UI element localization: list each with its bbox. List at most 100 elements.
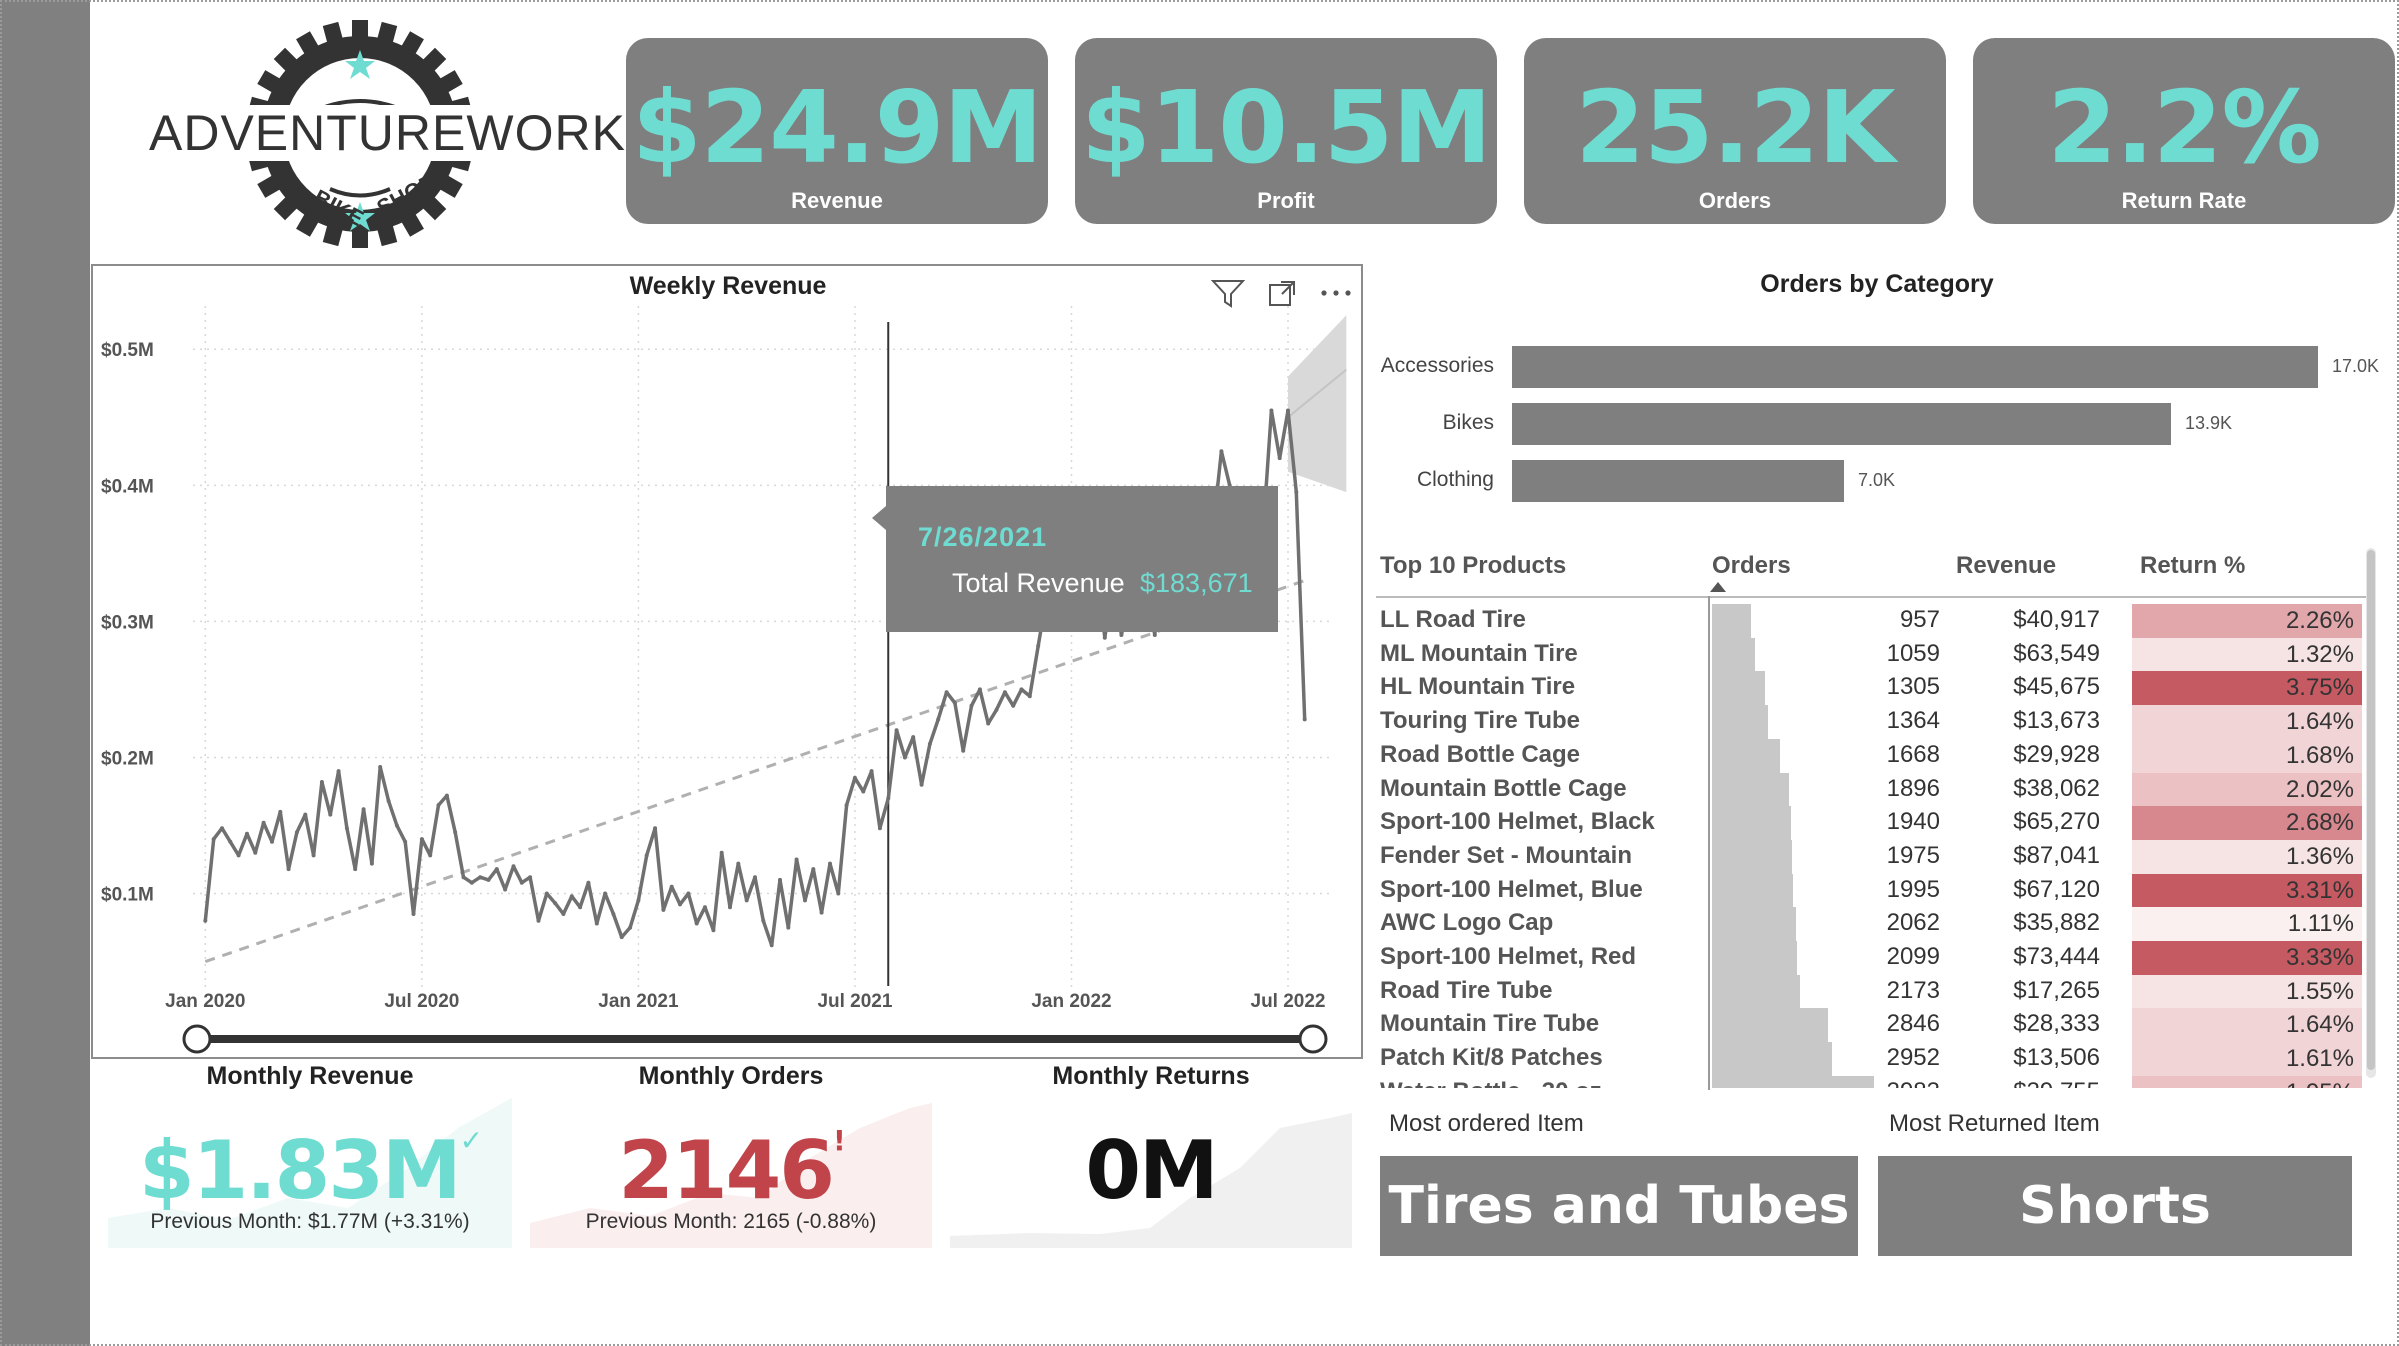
revenue-point[interactable] (278, 809, 283, 814)
revenue-point[interactable] (436, 803, 441, 808)
revenue-point[interactable] (711, 928, 716, 933)
most-returned-card[interactable]: Shorts (1878, 1156, 2352, 1256)
col-header-return[interactable]: Return % (2140, 552, 2245, 580)
monthly-orders-card[interactable]: Monthly Orders 2146! Previous Month: 216… (530, 1058, 932, 1248)
revenue-point[interactable] (503, 887, 508, 892)
revenue-point[interactable] (561, 912, 566, 916)
revenue-point[interactable] (344, 826, 349, 831)
revenue-point[interactable] (594, 921, 599, 926)
most-ordered-card[interactable]: Tires and Tubes (1380, 1156, 1858, 1256)
revenue-point[interactable] (728, 905, 732, 910)
revenue-point[interactable] (678, 902, 682, 907)
revenue-point[interactable] (536, 918, 541, 923)
category-row[interactable]: Bikes 13.9K (1372, 401, 2392, 447)
revenue-point[interactable] (328, 812, 333, 817)
revenue-point[interactable] (786, 925, 791, 930)
table-row[interactable]: Sport-100 Helmet, Red 2099 $73,444 3.33% (1376, 941, 2366, 975)
revenue-point[interactable] (803, 898, 807, 903)
category-bar[interactable] (1512, 346, 2318, 388)
revenue-point[interactable] (628, 925, 633, 930)
revenue-point[interactable] (311, 853, 316, 858)
revenue-point[interactable] (894, 728, 899, 733)
revenue-point[interactable] (1019, 687, 1024, 692)
revenue-point[interactable] (794, 857, 799, 862)
revenue-point[interactable] (753, 875, 757, 880)
revenue-point[interactable] (828, 861, 832, 866)
revenue-point[interactable] (778, 877, 782, 882)
revenue-point[interactable] (478, 875, 483, 880)
kpi-card-profit[interactable]: $10.5M Profit (1075, 38, 1497, 224)
revenue-point[interactable] (303, 812, 308, 817)
revenue-point[interactable] (911, 735, 916, 740)
revenue-point[interactable] (394, 823, 399, 828)
revenue-point[interactable] (819, 910, 824, 915)
revenue-point[interactable] (886, 796, 891, 801)
table-row[interactable]: Road Tire Tube 2173 $17,265 1.55% (1376, 974, 2366, 1009)
revenue-point[interactable] (1036, 643, 1041, 648)
kpi-card-orders[interactable]: 25.2K Orders (1524, 38, 1946, 224)
revenue-point[interactable] (319, 780, 324, 784)
revenue-point[interactable] (1119, 633, 1124, 637)
table-row[interactable]: Sport-100 Helmet, Blue 1995 $67,120 3.31% (1376, 873, 2366, 908)
kpi-card-return-rate[interactable]: 2.2% Return Rate (1973, 38, 2395, 224)
revenue-point[interactable] (203, 918, 208, 923)
kpi-card-revenue[interactable]: $24.9M Revenue (626, 38, 1048, 224)
revenue-point[interactable] (603, 891, 608, 896)
weekly-revenue-visual[interactable]: Weekly Revenue $0.1M $0.2M $0.3M $0.4M $0.5M… (91, 264, 1363, 1059)
top-products-table[interactable]: Top 10 Products Orders Revenue Return % … (1376, 540, 2376, 1088)
revenue-point[interactable] (211, 837, 216, 842)
revenue-point[interactable] (719, 850, 724, 855)
revenue-point[interactable] (469, 880, 474, 885)
table-row[interactable]: Touring Tire Tube 1364 $13,673 1.64% (1376, 705, 2366, 740)
revenue-point[interactable] (228, 839, 233, 844)
revenue-point[interactable] (852, 775, 857, 780)
table-row[interactable]: HL Mountain Tire 1305 $45,675 3.75% (1376, 671, 2366, 706)
table-row[interactable]: Water Bottle - 30 oz. 3983 $39,755 1.95% (1376, 1075, 2366, 1088)
revenue-point[interactable] (1011, 703, 1016, 708)
table-row[interactable]: ML Mountain Tire 1059 $63,549 1.32% (1376, 637, 2366, 672)
revenue-point[interactable] (1277, 456, 1282, 461)
revenue-point[interactable] (245, 831, 249, 836)
revenue-point[interactable] (1294, 490, 1299, 495)
revenue-point[interactable] (836, 891, 841, 896)
revenue-point[interactable] (927, 741, 932, 746)
col-header-revenue[interactable]: Revenue (1956, 552, 2056, 580)
monthly-returns-card[interactable]: Monthly Returns 0M (950, 1058, 1352, 1248)
revenue-point[interactable] (661, 907, 666, 912)
table-row[interactable]: LL Road Tire 957 $40,917 2.26% (1376, 604, 2366, 638)
revenue-point[interactable] (411, 912, 416, 916)
col-header-orders[interactable]: Orders (1712, 552, 1791, 580)
category-row[interactable]: Clothing 7.0K (1372, 458, 2392, 504)
revenue-point[interactable] (811, 867, 816, 872)
revenue-point[interactable] (877, 826, 882, 831)
revenue-point[interactable] (586, 880, 591, 885)
monthly-revenue-card[interactable]: Monthly Revenue $1.83M✓ Previous Month: … (108, 1058, 512, 1248)
category-bar[interactable] (1512, 403, 2171, 445)
revenue-point[interactable] (686, 891, 691, 896)
revenue-point[interactable] (428, 853, 433, 858)
revenue-point[interactable] (861, 789, 866, 794)
revenue-point[interactable] (844, 803, 849, 808)
zoom-slider-handle-left[interactable] (182, 1024, 212, 1054)
revenue-point[interactable] (353, 867, 358, 872)
revenue-point[interactable] (386, 799, 391, 803)
revenue-point[interactable] (453, 830, 458, 835)
revenue-point[interactable] (444, 793, 449, 798)
revenue-point[interactable] (1102, 635, 1107, 640)
revenue-point[interactable] (461, 875, 466, 880)
revenue-point[interactable] (919, 782, 924, 787)
revenue-point[interactable] (336, 769, 341, 774)
revenue-point[interactable] (369, 861, 374, 866)
revenue-point[interactable] (669, 884, 674, 889)
table-row[interactable]: Road Bottle Cage 1668 $29,928 1.68% (1376, 738, 2366, 773)
revenue-point[interactable] (869, 769, 874, 774)
revenue-point[interactable] (761, 918, 766, 923)
table-scrollbar[interactable] (2366, 548, 2376, 1078)
revenue-point[interactable] (977, 687, 982, 692)
zoom-slider-handle-right[interactable] (1298, 1024, 1328, 1054)
table-row[interactable]: Sport-100 Helmet, Black 1940 $65,270 2.68% (1376, 806, 2366, 841)
revenue-point[interactable] (1219, 449, 1224, 454)
category-bar[interactable] (1512, 460, 1844, 502)
revenue-point[interactable] (619, 935, 624, 940)
revenue-point[interactable] (703, 905, 707, 910)
